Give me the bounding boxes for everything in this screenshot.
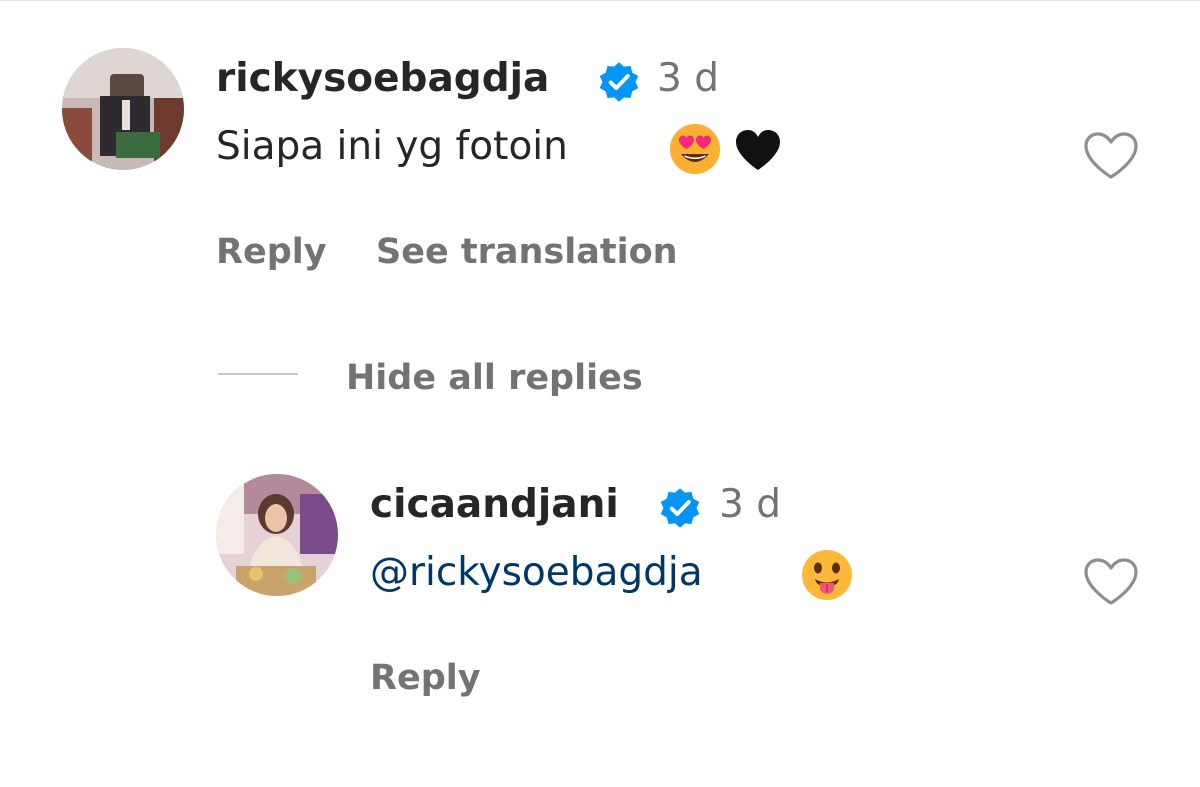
top-divider — [0, 0, 1200, 1]
comment-username[interactable]: rickysoebagdja — [216, 56, 549, 101]
hide-all-replies-button[interactable]: Hide all replies — [346, 358, 643, 398]
reply-avatar[interactable] — [216, 474, 338, 596]
verified-badge-icon — [658, 486, 702, 530]
reply-mention-link[interactable]: @rickysoebagdja — [370, 550, 703, 595]
comment-text: Siapa ini yg fotoin — [216, 124, 568, 169]
reply-button[interactable]: Reply — [216, 232, 327, 272]
tongue-out-emoji — [800, 548, 854, 602]
reply-timestamp: 3 d — [719, 482, 781, 527]
black-heart-emoji — [734, 128, 782, 172]
comment-timestamp: 3 d — [657, 56, 719, 101]
heart-eyes-emoji — [668, 122, 722, 176]
verified-badge-icon — [597, 60, 641, 104]
comment-like-heart-outline-icon[interactable] — [1082, 130, 1140, 182]
reply-username[interactable]: cicaandjani — [370, 482, 619, 527]
reply-like-heart-outline-icon[interactable] — [1082, 556, 1140, 608]
reply-to-reply-button[interactable]: Reply — [370, 658, 481, 698]
see-translation-button[interactable]: See translation — [376, 232, 678, 272]
replies-divider-line — [218, 373, 298, 375]
avatar[interactable] — [62, 48, 184, 170]
